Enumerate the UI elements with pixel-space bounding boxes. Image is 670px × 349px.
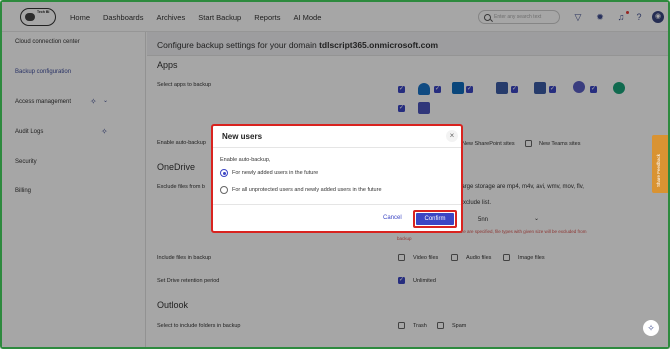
radio-newly-added-users[interactable]	[220, 169, 228, 177]
confirm-button[interactable]: Confirm	[416, 213, 454, 225]
feedback-label: Share Feedback	[656, 153, 661, 187]
dialog-title: New users	[222, 132, 263, 141]
app-window: Tech BI Home Dashboards Archives Start B…	[0, 0, 670, 349]
radio-all-unprotected-users[interactable]	[220, 186, 228, 194]
radio-label-newly-added: For newly added users in the future	[232, 170, 319, 176]
cancel-button[interactable]: Cancel	[383, 215, 402, 221]
divider	[213, 204, 461, 205]
divider	[213, 147, 461, 148]
new-users-dialog: New users × Enable auto-backup, For newl…	[211, 124, 463, 233]
feedback-tab[interactable]: Share Feedback	[652, 135, 668, 193]
close-icon[interactable]: ×	[446, 130, 458, 142]
ai-assistant-sparkle-icon[interactable]: ✧	[643, 320, 659, 336]
dialog-subtitle: Enable auto-backup,	[220, 157, 271, 163]
confirm-button-highlight: Confirm	[413, 210, 457, 228]
radio-label-all-unprotected: For all unprotected users and newly adde…	[232, 187, 382, 193]
